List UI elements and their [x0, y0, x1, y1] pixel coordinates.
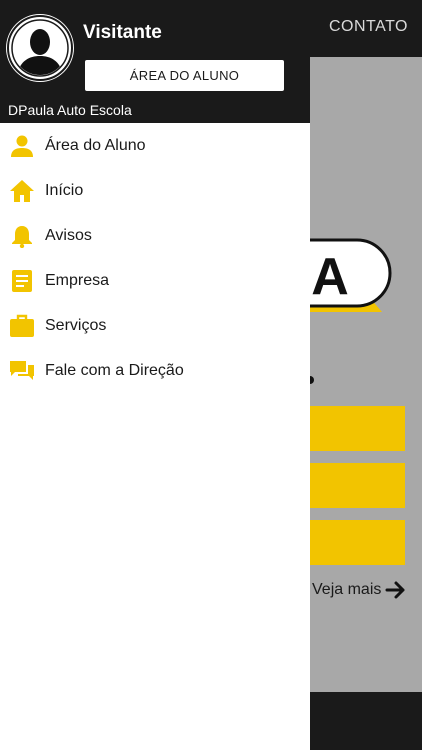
user-name: Visitante — [83, 22, 162, 43]
drawer-menu: Área do Aluno Início Avisos Empresa Serv… — [0, 123, 310, 393]
menu-item-avisos[interactable]: Avisos — [0, 213, 310, 258]
document-icon — [9, 268, 35, 294]
menu-item-fale-com-a-direcao[interactable]: Fale com a Direção — [0, 348, 310, 393]
background-button-1[interactable] — [300, 406, 405, 451]
menu-item-label: Avisos — [45, 226, 92, 244]
menu-item-label: Início — [45, 181, 84, 199]
menu-item-inicio[interactable]: Início — [0, 168, 310, 213]
bell-icon — [9, 223, 35, 249]
briefcase-icon — [9, 313, 35, 339]
user-silhouette-icon — [7, 15, 73, 81]
drawer-header: Visitante ÁREA DO ALUNO DPaula Auto Esco… — [0, 0, 310, 123]
avatar[interactable] — [6, 14, 74, 82]
navigation-drawer: Visitante ÁREA DO ALUNO DPaula Auto Esco… — [0, 0, 310, 750]
menu-item-empresa[interactable]: Empresa — [0, 258, 310, 303]
menu-item-servicos[interactable]: Serviços — [0, 303, 310, 348]
logo-letter: A — [311, 248, 349, 306]
menu-item-label: Serviços — [45, 316, 107, 334]
menu-item-area-do-aluno[interactable]: Área do Aluno — [0, 123, 310, 168]
contact-tab[interactable]: CONTATO — [329, 18, 408, 36]
arrow-right-icon — [385, 581, 405, 599]
student-area-button[interactable]: ÁREA DO ALUNO — [85, 60, 284, 91]
background-button-3[interactable] — [300, 520, 405, 565]
chat-icon — [9, 358, 35, 384]
menu-item-label: Fale com a Direção — [45, 361, 184, 379]
menu-item-label: Área do Aluno — [45, 136, 146, 154]
menu-item-label: Empresa — [45, 271, 110, 289]
home-icon — [9, 178, 35, 204]
see-more-link[interactable]: Veja mais — [312, 580, 407, 600]
see-more-label: Veja mais — [312, 581, 382, 598]
school-name: DPaula Auto Escola — [8, 102, 132, 118]
person-icon — [9, 133, 35, 159]
background-button-2[interactable] — [300, 463, 405, 508]
